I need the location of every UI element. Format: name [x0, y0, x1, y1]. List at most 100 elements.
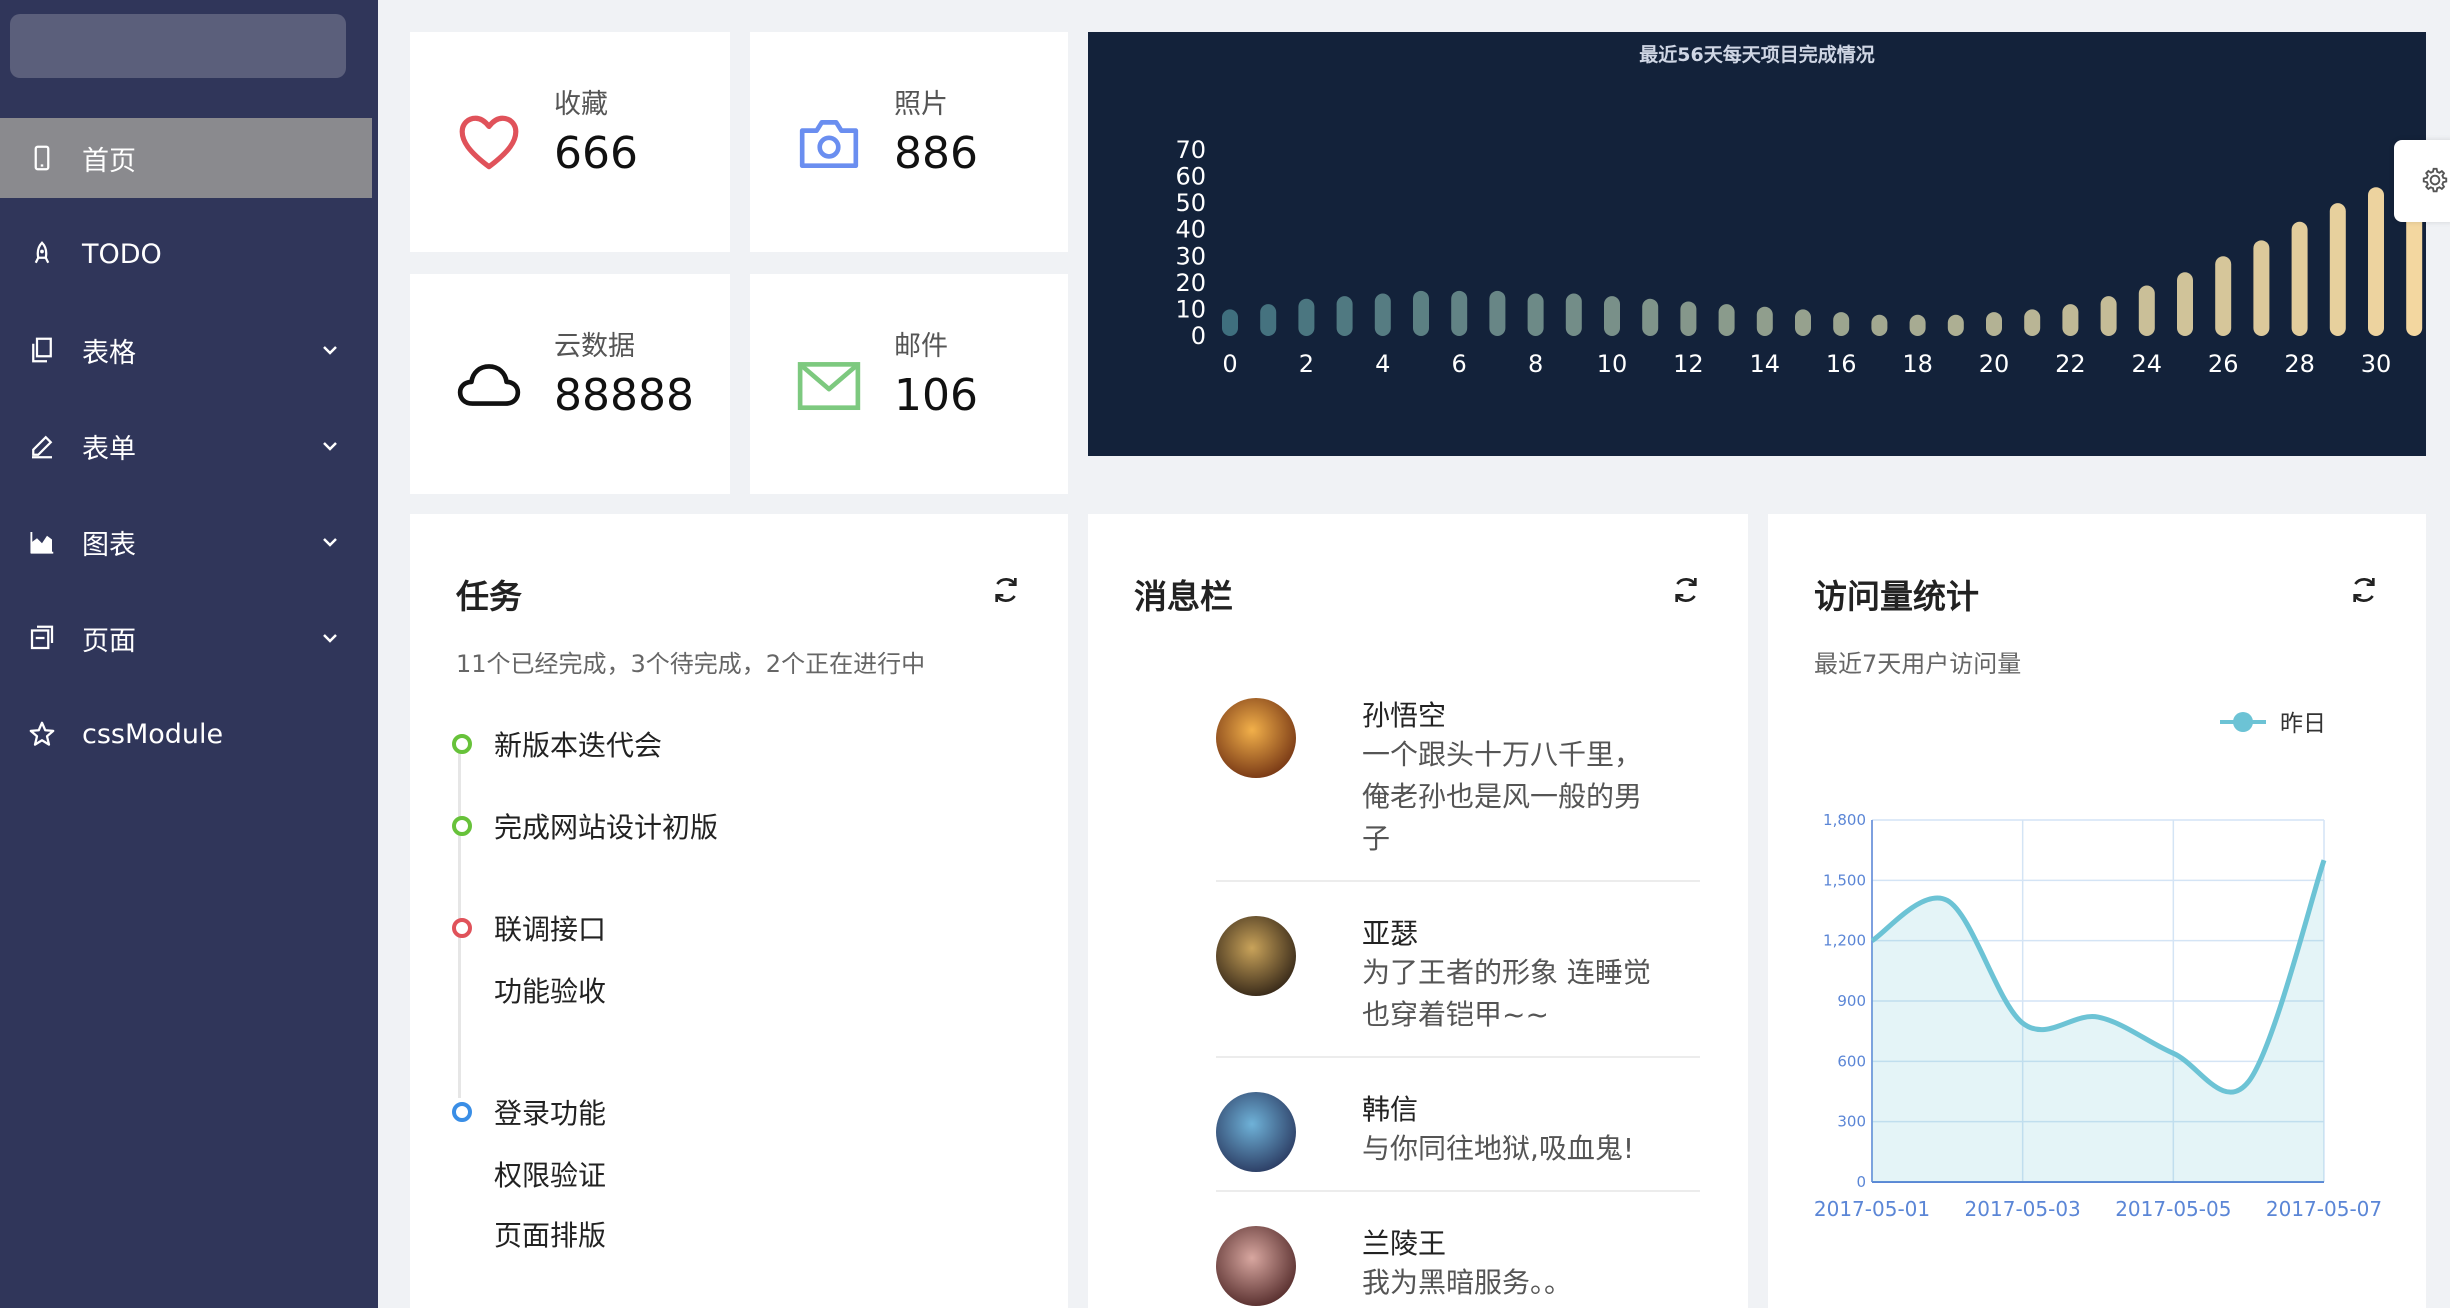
y-tick-label: 1,200	[1823, 932, 1866, 950]
bar	[1642, 298, 1659, 336]
x-tick-label: 2017-05-01	[1814, 1197, 1930, 1221]
bar	[1374, 293, 1391, 336]
stat-card-photos[interactable]: 照片 886	[750, 32, 1068, 252]
timeline-dot	[452, 1102, 472, 1122]
logo-placeholder[interactable]	[10, 14, 346, 78]
y-tick-label: 20	[1175, 269, 1206, 297]
bar	[1795, 309, 1811, 336]
message-divider	[1216, 1056, 1700, 1058]
sidebar-item-3[interactable]: 表单	[0, 406, 372, 486]
task-item: 新版本迭代会	[494, 729, 663, 762]
bar	[1680, 301, 1697, 336]
message-author: 孙悟空	[1362, 699, 1447, 732]
bar	[1604, 296, 1620, 336]
message-divider	[1216, 880, 1700, 882]
x-tick-label: 20	[1979, 350, 2010, 378]
bar	[2329, 203, 2346, 336]
stat-value: 88888	[554, 370, 694, 421]
sidebar-item-label: TODO	[82, 238, 162, 270]
sidebar: 首页 TODO 表格表单图表页面 cssModule	[0, 0, 378, 1308]
bar-chart-svg: 0102030405060700 2 4 6 8 10 12 14 16 18 20 22 24 26 28…	[1175, 136, 2423, 378]
y-tick-label: 10	[1175, 295, 1206, 323]
task-item: 联调接口	[494, 913, 607, 946]
stat-card-mail[interactable]: 邮件 106	[750, 274, 1068, 494]
y-tick-label: 60	[1175, 163, 1206, 191]
x-tick-label: 10	[1597, 350, 1628, 378]
y-tick-label: 0	[1856, 1173, 1866, 1191]
sidebar-item-0[interactable]: 首页	[0, 118, 372, 198]
avatar-arthur	[1216, 916, 1296, 996]
y-tick-label: 1,500	[1823, 871, 1866, 889]
x-tick-label: 2017-05-05	[2115, 1197, 2231, 1221]
stat-value: 886	[894, 128, 978, 179]
stat-title: 照片	[894, 89, 948, 120]
area-fill	[1872, 860, 2324, 1182]
bar	[2215, 256, 2232, 336]
avatar-hanxin	[1216, 1092, 1296, 1172]
x-tick-label: 2017-05-03	[1965, 1197, 2081, 1221]
sidebar-item-2[interactable]: 表格	[0, 310, 372, 390]
panel-title: 任务	[456, 577, 522, 616]
x-tick-label: 0	[1222, 350, 1237, 378]
stat-card-cloud[interactable]: 云数据 88888	[410, 274, 730, 494]
task-panel: 任务 11个已经完成，3个待完成，2个正在进行中 新版本迭代会 完成网站设计初版联…	[410, 514, 1068, 1308]
settings-tab[interactable]	[2394, 140, 2450, 222]
x-tick-label: 8	[1528, 350, 1543, 378]
legend-marker	[2233, 712, 2253, 732]
bar	[1222, 309, 1238, 336]
x-tick-label: 28	[2284, 350, 2315, 378]
bar	[1527, 293, 1544, 336]
sidebar-item-label: 表格	[82, 337, 136, 369]
y-tick-label: 1,800	[1823, 811, 1866, 829]
task-item: 功能验收	[494, 975, 607, 1008]
y-tick-label: 600	[1837, 1052, 1866, 1070]
stat-title: 邮件	[894, 331, 948, 362]
sidebar-menu: 首页 TODO 表格表单图表页面 cssModule	[0, 118, 372, 790]
bar	[1260, 304, 1277, 336]
heart-icon	[459, 115, 519, 170]
bar	[2100, 296, 2117, 336]
pages-icon	[24, 620, 60, 656]
daily-completion-chart: 最近56天每天项目完成情况 0 10 20 30 40 50 60 70 0 2 4 6 8 10 12 14…	[1088, 32, 2426, 456]
sidebar-item-5[interactable]: 页面	[0, 598, 372, 678]
bar	[1871, 314, 1888, 336]
visits-panel: 访问量统计 最近7天用户访问量 0 300 600 900 1,200 1,500 1,80…	[1768, 514, 2426, 1308]
bar	[1413, 290, 1429, 336]
y-tick-label: 40	[1175, 216, 1206, 244]
bar	[1336, 296, 1353, 336]
stat-title: 云数据	[554, 331, 635, 362]
x-tick-label: 16	[1826, 350, 1857, 378]
y-tick-label: 50	[1175, 189, 1206, 217]
task-item: 完成网站设计初版	[494, 811, 719, 844]
camera-icon	[799, 120, 859, 169]
refresh-icon[interactable]	[990, 574, 1022, 606]
sidebar-item-1[interactable]: TODO	[0, 214, 372, 294]
message-author: 韩信	[1362, 1093, 1419, 1126]
message-text: 我为黑暗服务。。	[1362, 1266, 1573, 1299]
stat-title: 收藏	[554, 89, 608, 120]
bar	[2138, 285, 2155, 336]
x-tick-label: 4	[1375, 350, 1390, 378]
y-tick-label: 70	[1175, 136, 1206, 164]
legend-label[interactable]: 昨日	[2280, 711, 2326, 737]
bar	[2177, 272, 2193, 336]
timeline-dot	[452, 918, 472, 938]
chevron-down-icon	[323, 346, 337, 355]
bar	[2062, 304, 2079, 336]
sidebar-item-4[interactable]: 图表	[0, 502, 372, 582]
refresh-icon[interactable]	[1670, 574, 1702, 606]
stat-card-favorites[interactable]: 收藏 666	[410, 32, 730, 252]
bar	[1718, 304, 1735, 336]
panel-title: 消息栏	[1134, 577, 1233, 616]
sidebar-item-label: cssModule	[82, 718, 224, 750]
bar	[1489, 290, 1506, 336]
stat-value: 106	[894, 370, 978, 421]
bar	[1833, 312, 1850, 336]
sidebar-item-6[interactable]: cssModule	[0, 694, 372, 774]
bar	[2253, 240, 2270, 336]
gear-icon	[2422, 167, 2448, 193]
x-tick-label: 30	[2361, 350, 2392, 378]
bar	[1298, 298, 1315, 336]
bar	[1565, 293, 1582, 336]
bar	[2291, 221, 2308, 336]
